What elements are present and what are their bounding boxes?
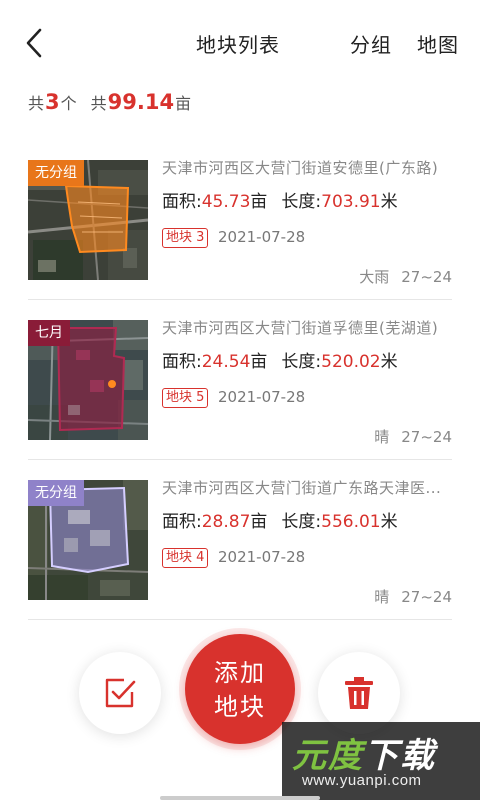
satellite-thumbnail: 无分组 xyxy=(28,480,148,600)
plot-badge: 地块 4 xyxy=(162,548,209,568)
date: 2021-07-28 xyxy=(218,228,306,246)
trash-icon xyxy=(345,677,373,709)
group-tag: 七月 xyxy=(28,320,70,346)
weather-info: 大雨 27~24 xyxy=(359,266,452,287)
checkbox-icon xyxy=(105,678,136,708)
area-value: 24.54 xyxy=(201,352,251,372)
date: 2021-07-28 xyxy=(218,388,306,406)
length-unit: 米 xyxy=(380,512,398,532)
length-unit: 米 xyxy=(380,352,398,372)
plot-badge: 地块 3 xyxy=(162,228,209,248)
temperature-text: 27~24 xyxy=(401,588,452,606)
length-value: 703.91 xyxy=(321,192,381,212)
metrics-row: 面积:24.54亩 长度:520.02米 xyxy=(162,347,398,372)
area-unit: 亩 xyxy=(250,352,268,372)
length-unit: 米 xyxy=(380,192,398,212)
app-screen: 地块列表 分组 地图 共 3 个 共 99.14 亩 无分组 天津市河西区大营门… xyxy=(0,0,480,800)
temperature-text: 27~24 xyxy=(401,268,452,286)
plot-badge: 地块 5 xyxy=(162,388,209,408)
total-area: 99.14 xyxy=(107,90,175,114)
satellite-thumbnail: 七月 xyxy=(28,320,148,440)
length-label: 长度: xyxy=(281,512,322,532)
weather-info: 晴 27~24 xyxy=(374,586,452,607)
area-value: 28.87 xyxy=(201,512,251,532)
group-tag: 无分组 xyxy=(28,160,84,186)
address: 天津市河西区大营门街道安德里(广东路) xyxy=(162,159,439,177)
area-value: 45.73 xyxy=(201,192,251,212)
area-unit: 亩 xyxy=(250,192,268,212)
add-label-line1: 添加 xyxy=(214,659,266,687)
area-label: 面积: xyxy=(162,352,202,372)
back-arrow-icon[interactable] xyxy=(20,26,48,60)
header: 地块列表 分组 地图 xyxy=(0,0,480,84)
map-button[interactable]: 地图 xyxy=(417,29,459,58)
plot-count: 3 xyxy=(45,90,60,114)
list-item[interactable]: 无分组 天津市河西区大营门街道广东路天津医... 面积:28.87亩 长度:556… xyxy=(28,460,452,620)
weather-text: 晴 xyxy=(374,588,390,606)
watermark-brand: 元度下载 xyxy=(292,736,436,776)
list-item[interactable]: 无分组 天津市河西区大营门街道安德里(广东路) 面积:45.73亩 长度:703.… xyxy=(28,140,452,300)
home-indicator xyxy=(160,796,320,800)
total-prefix: 共 xyxy=(90,94,107,113)
address: 天津市河西区大营门街道广东路天津医... xyxy=(162,479,442,497)
length-label: 长度: xyxy=(281,192,322,212)
batch-select-button[interactable] xyxy=(79,652,161,734)
watermark-url: www.yuanpi.com xyxy=(302,772,422,789)
temperature-text: 27~24 xyxy=(401,428,452,446)
metrics-row: 面积:45.73亩 长度:703.91米 xyxy=(162,187,398,212)
count-prefix: 共 xyxy=(28,94,45,113)
address: 天津市河西区大营门街道孚德里(芜湖道) xyxy=(162,319,439,337)
add-plot-button[interactable]: 添加 地块 xyxy=(185,634,295,744)
total-unit: 亩 xyxy=(175,94,192,113)
length-label: 长度: xyxy=(281,352,322,372)
plot-list: 无分组 天津市河西区大营门街道安德里(广东路) 面积:45.73亩 长度:703.… xyxy=(28,140,452,620)
add-label-line2: 地块 xyxy=(214,693,266,721)
count-unit: 个 xyxy=(60,94,77,113)
weather-text: 大雨 xyxy=(359,268,390,286)
metrics-row: 面积:28.87亩 长度:556.01米 xyxy=(162,507,398,532)
group-button[interactable]: 分组 xyxy=(350,29,392,58)
list-item[interactable]: 七月 天津市河西区大营门街道孚德里(芜湖道) 面积:24.54亩 长度:520.0… xyxy=(28,300,452,460)
watermark-logo: 元度下载 www.yuanpi.com xyxy=(282,722,480,800)
page-title: 地块列表 xyxy=(196,33,280,57)
weather-info: 晴 27~24 xyxy=(374,426,452,447)
weather-text: 晴 xyxy=(374,428,390,446)
area-label: 面积: xyxy=(162,512,202,532)
date: 2021-07-28 xyxy=(218,548,306,566)
length-value: 556.01 xyxy=(321,512,381,532)
length-value: 520.02 xyxy=(321,352,381,372)
group-tag: 无分组 xyxy=(28,480,84,506)
area-label: 面积: xyxy=(162,192,202,212)
area-unit: 亩 xyxy=(250,512,268,532)
summary-bar: 共 3 个 共 99.14 亩 xyxy=(28,90,191,120)
satellite-thumbnail: 无分组 xyxy=(28,160,148,280)
